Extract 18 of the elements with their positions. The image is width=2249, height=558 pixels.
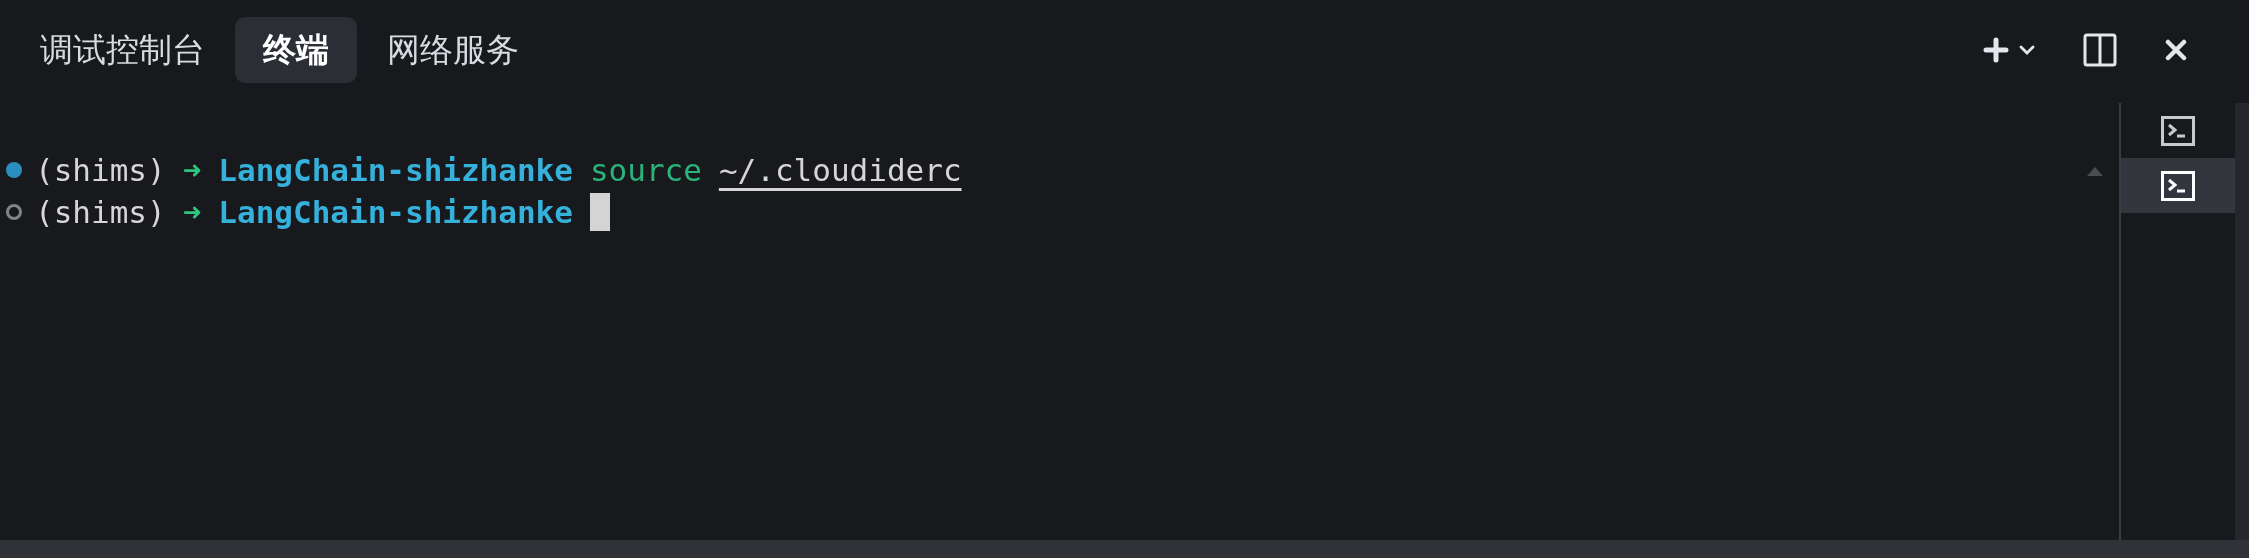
add-icon[interactable]	[1983, 37, 2009, 63]
terminal-icon	[2161, 115, 2195, 146]
close-icon[interactable]	[2165, 39, 2187, 61]
env-name: (shims)	[35, 152, 166, 188]
path-argument: ~/.cloudiderc	[718, 152, 962, 188]
prompt-arrow: ➜	[182, 152, 202, 188]
directory-name: LangChain-shizhanke	[218, 152, 573, 188]
directory-name: LangChain-shizhanke	[218, 194, 573, 230]
panel-tab[interactable]: 网络服务	[367, 17, 539, 83]
env-name: (shims)	[35, 194, 166, 230]
prompt-arrow: ➜	[182, 194, 202, 230]
caret-icon[interactable]	[2019, 44, 2035, 56]
command-text: source	[589, 152, 702, 188]
split-icon[interactable]	[2083, 33, 2117, 67]
terminal-list-item[interactable]	[2121, 158, 2235, 213]
terminal-icon	[2161, 170, 2195, 201]
panel-tab[interactable]: 调试控制台	[20, 17, 225, 83]
panel-tab[interactable]: 终端	[235, 17, 357, 83]
